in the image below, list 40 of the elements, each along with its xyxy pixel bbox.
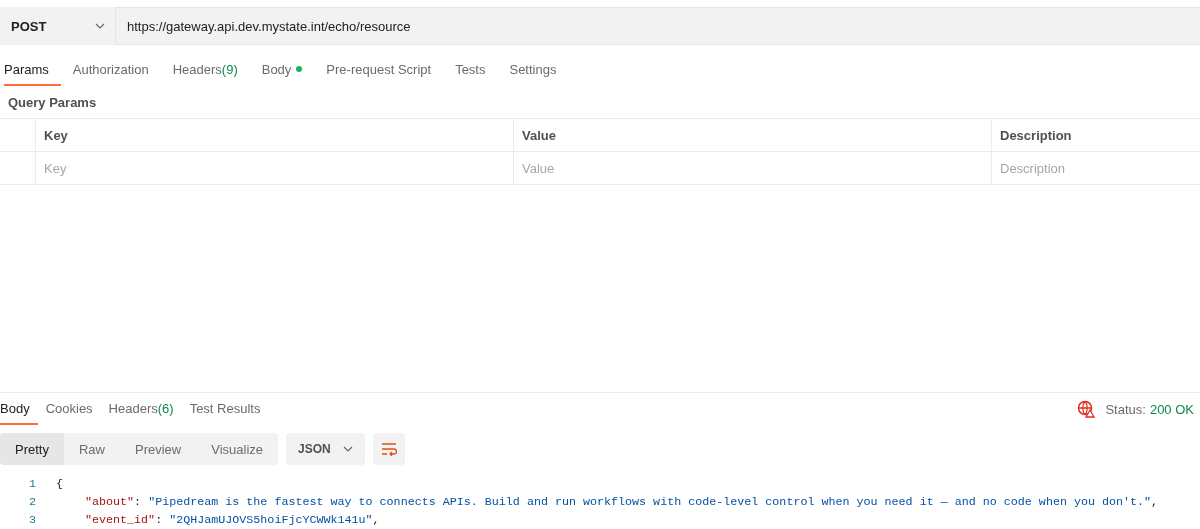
section-title: Query Params <box>7 94 98 112</box>
wrap-lines-button[interactable] <box>372 433 405 465</box>
json-colon: : <box>155 513 164 527</box>
chevron-down-icon <box>342 446 353 452</box>
wrap-lines-icon <box>380 442 397 456</box>
method-dropdown[interactable]: POST <box>0 7 116 45</box>
json-comma: , <box>1151 495 1159 509</box>
request-tab[interactable]: Body <box>249 54 315 86</box>
url-field[interactable]: https://gateway.api.dev.mystate.int/echo/resource <box>116 7 1200 45</box>
request-tab[interactable]: Params <box>4 54 61 86</box>
json-key: "about" <box>85 495 135 509</box>
globe-warning-icon[interactable] <box>1077 400 1096 418</box>
json-colon: : <box>134 495 143 509</box>
line-number: 3 <box>28 513 37 527</box>
request-tab[interactable]: Headers(9) <box>160 54 250 86</box>
format-dropdown[interactable]: JSON <box>286 433 365 465</box>
response-tab[interactable]: Cookies <box>37 393 101 425</box>
request-tab[interactable]: Pre-request Script <box>314 54 444 86</box>
line-number: 2 <box>28 495 37 509</box>
request-tab[interactable]: Tests <box>443 54 498 86</box>
response-tab[interactable]: Headers(6) <box>100 393 182 425</box>
view-mode-tab[interactable]: Raw <box>63 433 120 465</box>
json-value: "2QHJamUJOVS5hoiFjcYCWWk141u" <box>169 513 373 527</box>
chevron-down-icon <box>95 23 105 29</box>
response-tab[interactable]: Test Results <box>181 393 269 425</box>
json-key: "event_id" <box>85 513 156 527</box>
view-mode-tab[interactable]: Visualize <box>196 433 279 465</box>
code-brace: { <box>56 477 63 491</box>
view-mode-tab[interactable]: Preview <box>120 433 197 465</box>
param-input-field[interactable]: Value <box>514 152 992 185</box>
request-tab[interactable]: Settings <box>497 54 569 86</box>
view-mode-tab[interactable]: Pretty <box>0 433 64 465</box>
request-tab[interactable]: Authorization <box>60 54 161 86</box>
json-value: "Pipedream is the fastest way to connects APIs. Build and run workflows with code-level control when you need it — and no code when you don't." <box>148 495 1152 509</box>
json-comma: , <box>372 513 380 527</box>
param-input-field[interactable]: Key <box>36 152 514 185</box>
status-label: Status: <box>1105 401 1146 417</box>
status-value: 200 OK <box>1149 401 1194 417</box>
line-number: 1 <box>28 477 37 491</box>
response-tab[interactable]: Body <box>0 393 38 425</box>
